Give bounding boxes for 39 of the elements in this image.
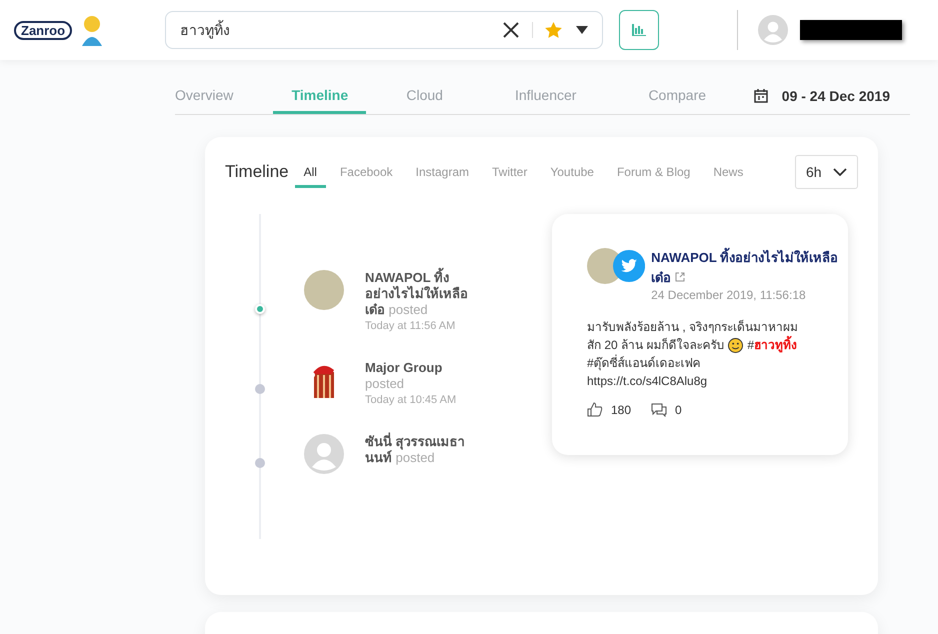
like-count: 180 [611, 402, 632, 416]
post-author[interactable]: Major Group posted [365, 360, 477, 392]
hashtag[interactable]: #ตุ๊ดซี่ส์แอนด์เดอะเฟค [587, 354, 701, 372]
search-input[interactable]: ฮาวทูทิ้ง [180, 15, 502, 45]
timeline-dot[interactable] [255, 304, 265, 314]
comment-count: 0 [675, 402, 682, 416]
external-link-icon [674, 272, 685, 282]
star-icon[interactable] [545, 22, 562, 38]
comment-icon[interactable] [651, 402, 668, 416]
filter-tab[interactable]: All [294, 156, 326, 188]
calendar-icon[interactable] [754, 89, 768, 103]
post-text: มารับพลังร้อยล้าน , จริงๆกระเด็นมาหาผม [587, 318, 798, 336]
date-range: 09 - 24 Dec 2019 [782, 88, 890, 104]
caret-icon[interactable] [576, 26, 588, 34]
thumbs-up-icon[interactable] [587, 402, 603, 417]
post-time: Today at 11:56 AM [365, 320, 456, 332]
bird-icon [613, 248, 646, 284]
smiley-icon [728, 338, 744, 352]
chevron-down-icon [833, 168, 847, 176]
post-link[interactable]: https://t.co/s4lC8Alu8g [587, 372, 708, 390]
post-author-link[interactable]: NAWAPOL ทิ้งอย่างไรไม่ให้เหลือเด๋อ [651, 248, 848, 288]
post-author[interactable]: ซันนี่ สุวรรณเมธานนท์ posted [365, 434, 477, 466]
photo-placeholder [304, 270, 344, 310]
avatar-silhouette-icon [304, 434, 344, 474]
post-author[interactable]: NAWAPOL ทิ้งอย่างไรไม่ให้เหลือเด๋อ posted [365, 270, 477, 318]
timeline-dot[interactable] [255, 384, 265, 394]
interval-dropdown[interactable]: 6h [795, 155, 858, 189]
user-avatar-icon[interactable] [758, 15, 788, 45]
app-logo[interactable]: Zanroo [14, 20, 72, 40]
post-date: 24 December 2019, 11:56:18 [651, 288, 807, 302]
close-icon[interactable] [502, 21, 520, 39]
search-field[interactable]: ฮาวทูทิ้ง [165, 11, 603, 49]
bar-chart-icon [632, 24, 646, 36]
timeline-dot[interactable] [255, 458, 265, 468]
post-time: Today at 10:45 AM [365, 394, 458, 406]
card-title: Timeline [225, 162, 289, 182]
post-text: สัก 20 ล้าน ผมก็ดีใจละครับ [587, 336, 724, 354]
hashtag[interactable]: #ฮาวทูทิ้ง [747, 336, 798, 354]
chart-button[interactable] [619, 10, 659, 50]
